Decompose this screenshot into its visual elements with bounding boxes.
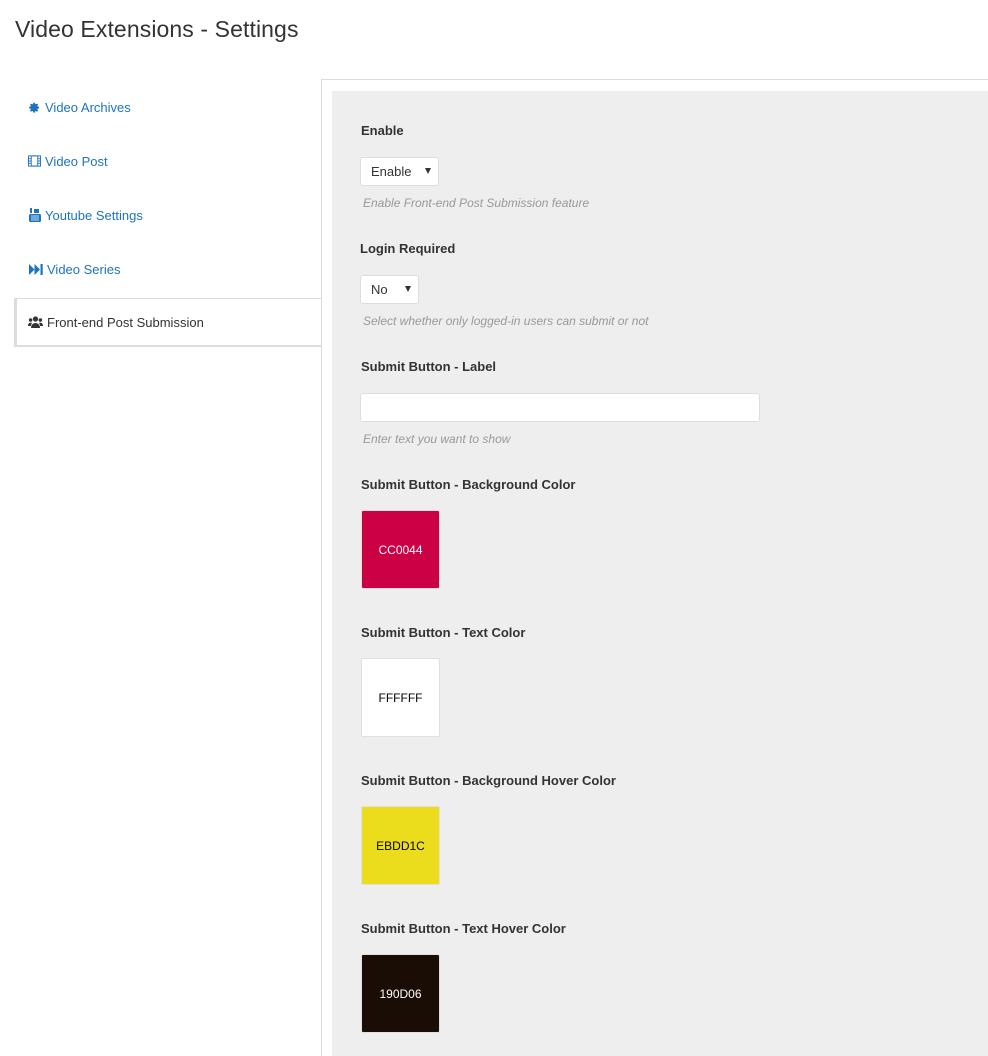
sidebar-item-video-post[interactable]: Video Post [14, 134, 322, 188]
sidebar-item-label: Video Archives [45, 99, 131, 115]
login-required-select[interactable]: No [360, 275, 419, 304]
text-hover-color-value: 190D06 [379, 986, 422, 1001]
enable-select-value: Enable [371, 164, 412, 179]
text-hover-color-label: Submit Button - Text Hover Color [361, 921, 566, 936]
bg-hover-color-label: Submit Button - Background Hover Color [361, 773, 616, 788]
users-icon [28, 316, 43, 329]
divider [321, 79, 322, 1056]
sidebar-item-front-end-post-submission[interactable]: Front-end Post Submission [14, 298, 322, 347]
page-title: Video Extensions - Settings [15, 16, 299, 42]
bg-color-label: Submit Button - Background Color [361, 477, 576, 492]
bg-hover-color-value: EBDD1C [376, 838, 425, 853]
enable-label: Enable [361, 123, 404, 138]
text-hover-color-swatch[interactable]: 190D06 [361, 954, 440, 1033]
sidebar-item-label: Front-end Post Submission [47, 314, 204, 330]
enable-help-text: Enable Front-end Post Submission feature [363, 196, 590, 210]
submit-label-input[interactable] [360, 393, 760, 422]
sidebar-item-label: Video Post [45, 153, 108, 169]
bg-hover-color-swatch[interactable]: EBDD1C [361, 806, 440, 885]
sidebar-item-video-archives[interactable]: Video Archives [14, 80, 322, 134]
sidebar-item-label: Video Series [47, 261, 121, 277]
text-color-label: Submit Button - Text Color [361, 625, 526, 640]
bg-color-swatch[interactable]: CC0044 [361, 510, 440, 589]
bg-color-value: CC0044 [378, 542, 423, 557]
login-required-help-text: Select whether only logged-in users can … [363, 314, 649, 328]
submit-label-help-text: Enter text you want to show [363, 432, 511, 446]
youtube-icon [28, 208, 41, 222]
divider [321, 79, 988, 80]
gear-icon [28, 101, 41, 114]
login-required-label: Login Required [360, 241, 456, 256]
settings-sidebar: Video Archives Video Post Youtube Settin… [14, 80, 322, 347]
film-icon [28, 155, 41, 168]
text-color-swatch[interactable]: FFFFFF [361, 658, 440, 737]
sidebar-item-label: Youtube Settings [45, 207, 143, 223]
login-required-select-value: No [371, 282, 388, 297]
caret-down-icon [405, 286, 411, 292]
fast-forward-icon [28, 263, 43, 276]
text-color-value: FFFFFF [378, 690, 423, 705]
submit-label-label: Submit Button - Label [361, 359, 497, 374]
sidebar-item-video-series[interactable]: Video Series [14, 242, 322, 296]
caret-down-icon [425, 168, 431, 174]
sidebar-item-youtube-settings[interactable]: Youtube Settings [14, 188, 322, 242]
enable-select[interactable]: Enable [360, 157, 439, 186]
